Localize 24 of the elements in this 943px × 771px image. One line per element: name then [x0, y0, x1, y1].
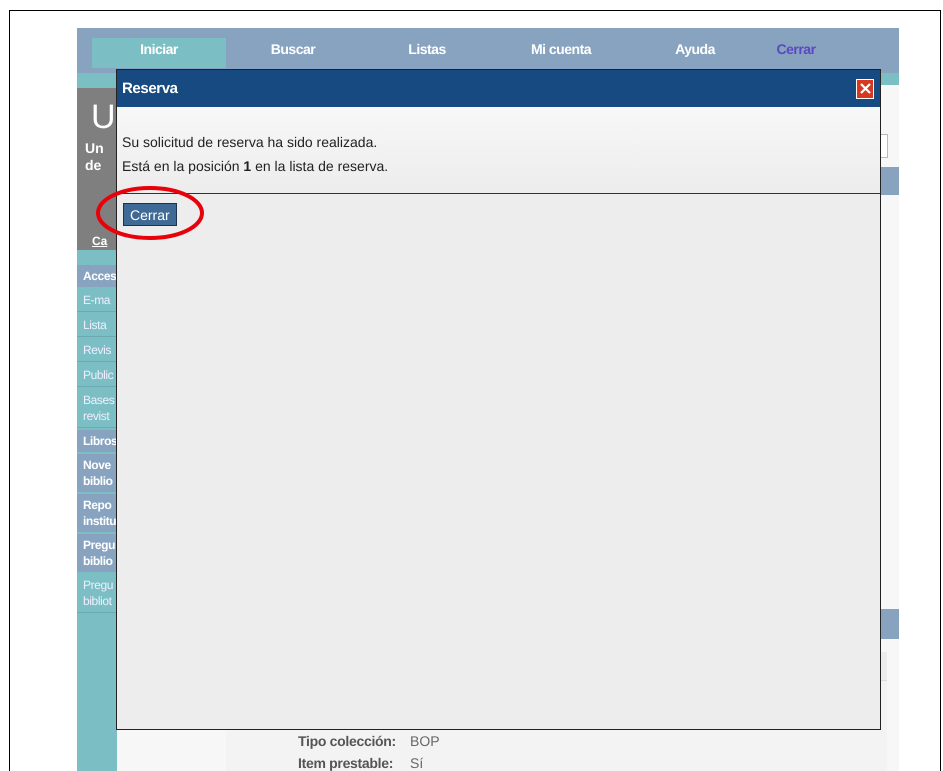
- dialog-message: Está en la posición 1 en la lista de reserva.: [122, 157, 388, 176]
- dialog-message: Su solicitud de reserva ha sido realizada.: [122, 133, 378, 152]
- nav-tab[interactable]: Iniciar: [92, 38, 226, 68]
- close-dialog-button[interactable]: Cerrar: [123, 203, 177, 226]
- dialog-title: Reserva: [122, 80, 178, 97]
- logo-letter: U: [91, 97, 115, 138]
- field-label: Tipo colección:: [298, 733, 397, 751]
- sidebar-item[interactable]: Nove biblio: [77, 454, 117, 492]
- close-icon: [858, 82, 872, 95]
- field-value: Sí: [410, 755, 424, 771]
- sidebar-item[interactable]: Pregu biblio: [77, 534, 117, 572]
- sidebar-item[interactable]: Libros: [77, 430, 117, 452]
- sidebar-item[interactable]: Repo institu: [77, 494, 117, 532]
- nav-tab[interactable]: Mi cuenta: [494, 38, 628, 68]
- brand-link[interactable]: Ca: [92, 234, 108, 248]
- close-button[interactable]: [856, 78, 874, 98]
- field-value: BOP: [410, 733, 440, 751]
- brand-title: Un: [85, 140, 105, 157]
- nav-tab[interactable]: Ayuda: [628, 38, 762, 68]
- sidebar-item[interactable]: Acces: [77, 265, 117, 287]
- field-label: Item prestable:: [298, 755, 394, 771]
- brand-title: de: [85, 157, 102, 174]
- nav-tab[interactable]: Listas: [360, 38, 494, 68]
- nav-tab[interactable]: Buscar: [226, 38, 360, 68]
